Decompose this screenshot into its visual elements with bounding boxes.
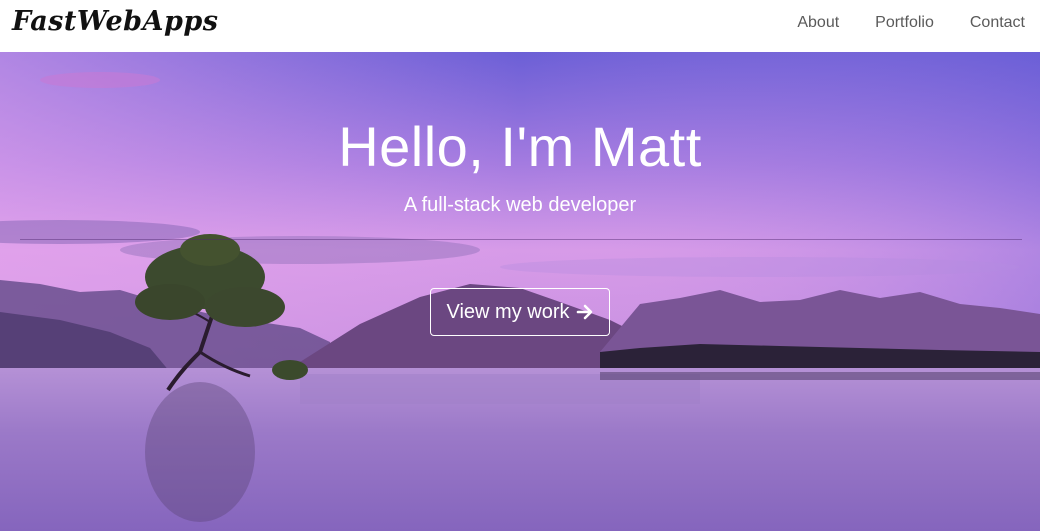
nav-link-about[interactable]: About [797,14,839,32]
nav-link-contact[interactable]: Contact [970,14,1025,32]
navbar: FastWebApps About Portfolio Contact [0,0,1040,52]
hero-divider [20,239,1022,240]
arrow-right-icon [576,303,594,321]
nav-link-portfolio[interactable]: Portfolio [875,14,934,32]
hero-title: Hello, I'm Matt [338,115,702,178]
hero-section: Hello, I'm Matt A full-stack web develop… [0,52,1040,531]
brand-logo[interactable]: FastWebApps [12,6,218,37]
nav-links: About Portfolio Contact [761,14,1025,32]
view-my-work-button[interactable]: View my work [430,288,610,336]
hero-subtitle: A full-stack web developer [403,194,637,216]
view-my-work-label: View my work [446,300,570,323]
